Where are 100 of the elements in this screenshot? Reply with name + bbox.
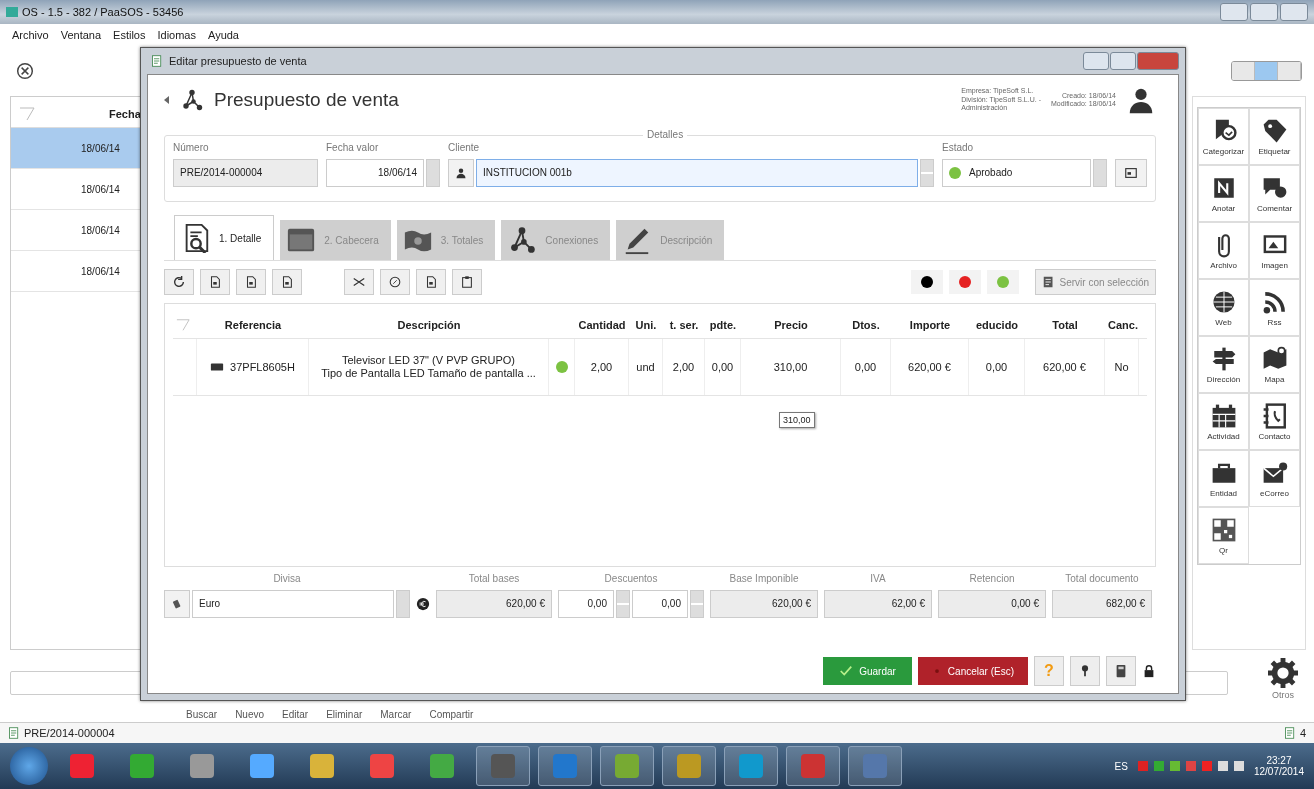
cancel-button[interactable]: Cancelar (Esc) <box>917 657 1028 685</box>
save-button[interactable]: Guardar <box>823 657 912 685</box>
tile-button[interactable]: eCorreo <box>1249 450 1300 507</box>
tile-button[interactable]: Entidad <box>1198 450 1249 507</box>
color-filter-button[interactable] <box>986 270 1019 294</box>
app-icon[interactable] <box>848 746 902 786</box>
envelope-icon <box>1261 459 1288 486</box>
client-button[interactable] <box>448 159 474 187</box>
color-filter-button[interactable] <box>910 270 943 294</box>
toolbar-button[interactable]: Nuevo <box>235 708 265 722</box>
maximize-button[interactable] <box>1110 52 1136 70</box>
document-button[interactable] <box>416 269 446 295</box>
calculator-button[interactable] <box>1106 656 1136 686</box>
table-cell: 2,00 <box>575 339 629 395</box>
tile-button[interactable]: Web <box>1198 279 1249 336</box>
view-switcher[interactable] <box>1231 61 1302 81</box>
toolbar-button[interactable]: Editar <box>282 708 309 722</box>
tile-button[interactable]: Anotar <box>1198 165 1249 222</box>
tray-icons[interactable] <box>1137 761 1244 771</box>
vat-field: 62,00 € <box>824 590 932 618</box>
tab[interactable]: 1. Detalle <box>174 215 275 260</box>
euro-icon <box>416 597 430 611</box>
key-button[interactable] <box>1070 656 1100 686</box>
map-icon <box>1261 345 1288 372</box>
toolbar-button[interactable]: Buscar <box>186 708 218 722</box>
column-header: Importe <box>908 319 952 331</box>
more-button[interactable]: Otros <box>1268 658 1298 700</box>
tile-button[interactable]: Archivo <box>1198 222 1249 279</box>
status-dropdown[interactable]: Aprobado <box>942 159 1091 187</box>
tile-button[interactable]: Etiquetar <box>1249 108 1300 165</box>
field-label: Total bases <box>467 573 521 584</box>
close-tab-button[interactable] <box>16 62 34 80</box>
tooltip: 310,00 <box>779 412 815 428</box>
tag-icon <box>1261 117 1288 144</box>
menu-item[interactable]: Estilos <box>113 29 146 41</box>
document-small-icon <box>151 55 163 67</box>
copy-button[interactable] <box>236 269 266 295</box>
dialog-title: Editar presupuesto de venta <box>169 55 307 67</box>
column-header: Canc. <box>1107 319 1139 331</box>
close-button[interactable] <box>1280 3 1308 21</box>
withholding-field: 0,00 € <box>938 590 1046 618</box>
tile-button[interactable]: Imagen <box>1249 222 1300 279</box>
tile-button[interactable]: Qr <box>1198 507 1249 564</box>
minimize-button[interactable] <box>1083 52 1109 70</box>
toolbar-button[interactable]: Eliminar <box>326 708 363 722</box>
menu-item[interactable]: Ayuda <box>208 29 239 41</box>
discount-field[interactable]: 0,00 <box>632 590 688 618</box>
client-field[interactable]: INSTITUCION 001b <box>476 159 918 187</box>
menu-item[interactable]: Archivo <box>12 29 49 41</box>
refresh-icon <box>172 275 186 289</box>
paste-button[interactable] <box>452 269 482 295</box>
field-label: Total documento <box>1064 573 1140 584</box>
menu-item[interactable]: Idiomas <box>157 29 196 41</box>
currency-button[interactable] <box>164 590 190 618</box>
date-cell: 18/06/14 <box>81 183 120 195</box>
document-icon <box>280 275 294 289</box>
status-text: PRE/2014-000004 <box>24 727 115 739</box>
screen-button[interactable] <box>1115 159 1147 187</box>
cut-button[interactable] <box>344 269 374 295</box>
toolbar-button[interactable]: Compartir <box>429 708 474 722</box>
app-icon[interactable] <box>662 746 716 786</box>
tile-button[interactable]: Categorizar <box>1198 108 1249 165</box>
color-filter-button[interactable] <box>948 270 981 294</box>
clock[interactable]: 23:27 12/07/2014 <box>1253 755 1304 777</box>
maximize-button[interactable] <box>1250 3 1278 21</box>
tile-button[interactable]: Actividad <box>1198 393 1249 450</box>
field-label: Divisa <box>272 573 302 584</box>
date-field[interactable]: 18/06/14 <box>326 159 424 187</box>
tile-button[interactable]: Mapa <box>1249 336 1300 393</box>
table-cell: Televisor LED 37" (V PVP GRUPO) Tipo de Pantalla LED Tamaño de pantalla ... <box>309 339 549 395</box>
group-legend: Detalles <box>643 129 688 140</box>
discount-field[interactable]: 0,00 <box>558 590 614 618</box>
tile-button[interactable]: Rss <box>1249 279 1300 336</box>
document-icon <box>244 275 258 289</box>
number-field[interactable]: PRE/2014-000004 <box>173 159 318 187</box>
column-header: Precio <box>773 319 809 331</box>
disc-button[interactable] <box>380 269 410 295</box>
new-button[interactable] <box>200 269 230 295</box>
check-icon <box>839 664 854 678</box>
back-button[interactable] <box>164 94 170 106</box>
document-total-field: 682,00 € <box>1052 590 1152 618</box>
field-label: Estado <box>942 142 975 153</box>
start-button[interactable] <box>10 747 48 785</box>
app-icon[interactable] <box>538 746 592 786</box>
app-icon[interactable] <box>724 746 778 786</box>
toolbar-button[interactable]: Marcar <box>380 708 412 722</box>
refresh-button[interactable] <box>164 269 194 295</box>
tile-button[interactable]: Contacto <box>1249 393 1300 450</box>
app-icon[interactable] <box>786 746 840 786</box>
app-icon[interactable] <box>600 746 654 786</box>
tile-button[interactable]: Dirección <box>1198 336 1249 393</box>
tile-button[interactable]: Comentar <box>1249 165 1300 222</box>
field-label: Fecha valor <box>326 142 380 153</box>
calculator-icon <box>1114 664 1128 678</box>
page-button[interactable] <box>272 269 302 295</box>
minimize-button[interactable] <box>1220 3 1248 21</box>
menu-item[interactable]: Ventana <box>60 29 102 41</box>
app-icon[interactable] <box>476 746 530 786</box>
currency-dropdown[interactable]: Euro <box>192 590 394 618</box>
column-header: Referencia <box>223 319 283 331</box>
